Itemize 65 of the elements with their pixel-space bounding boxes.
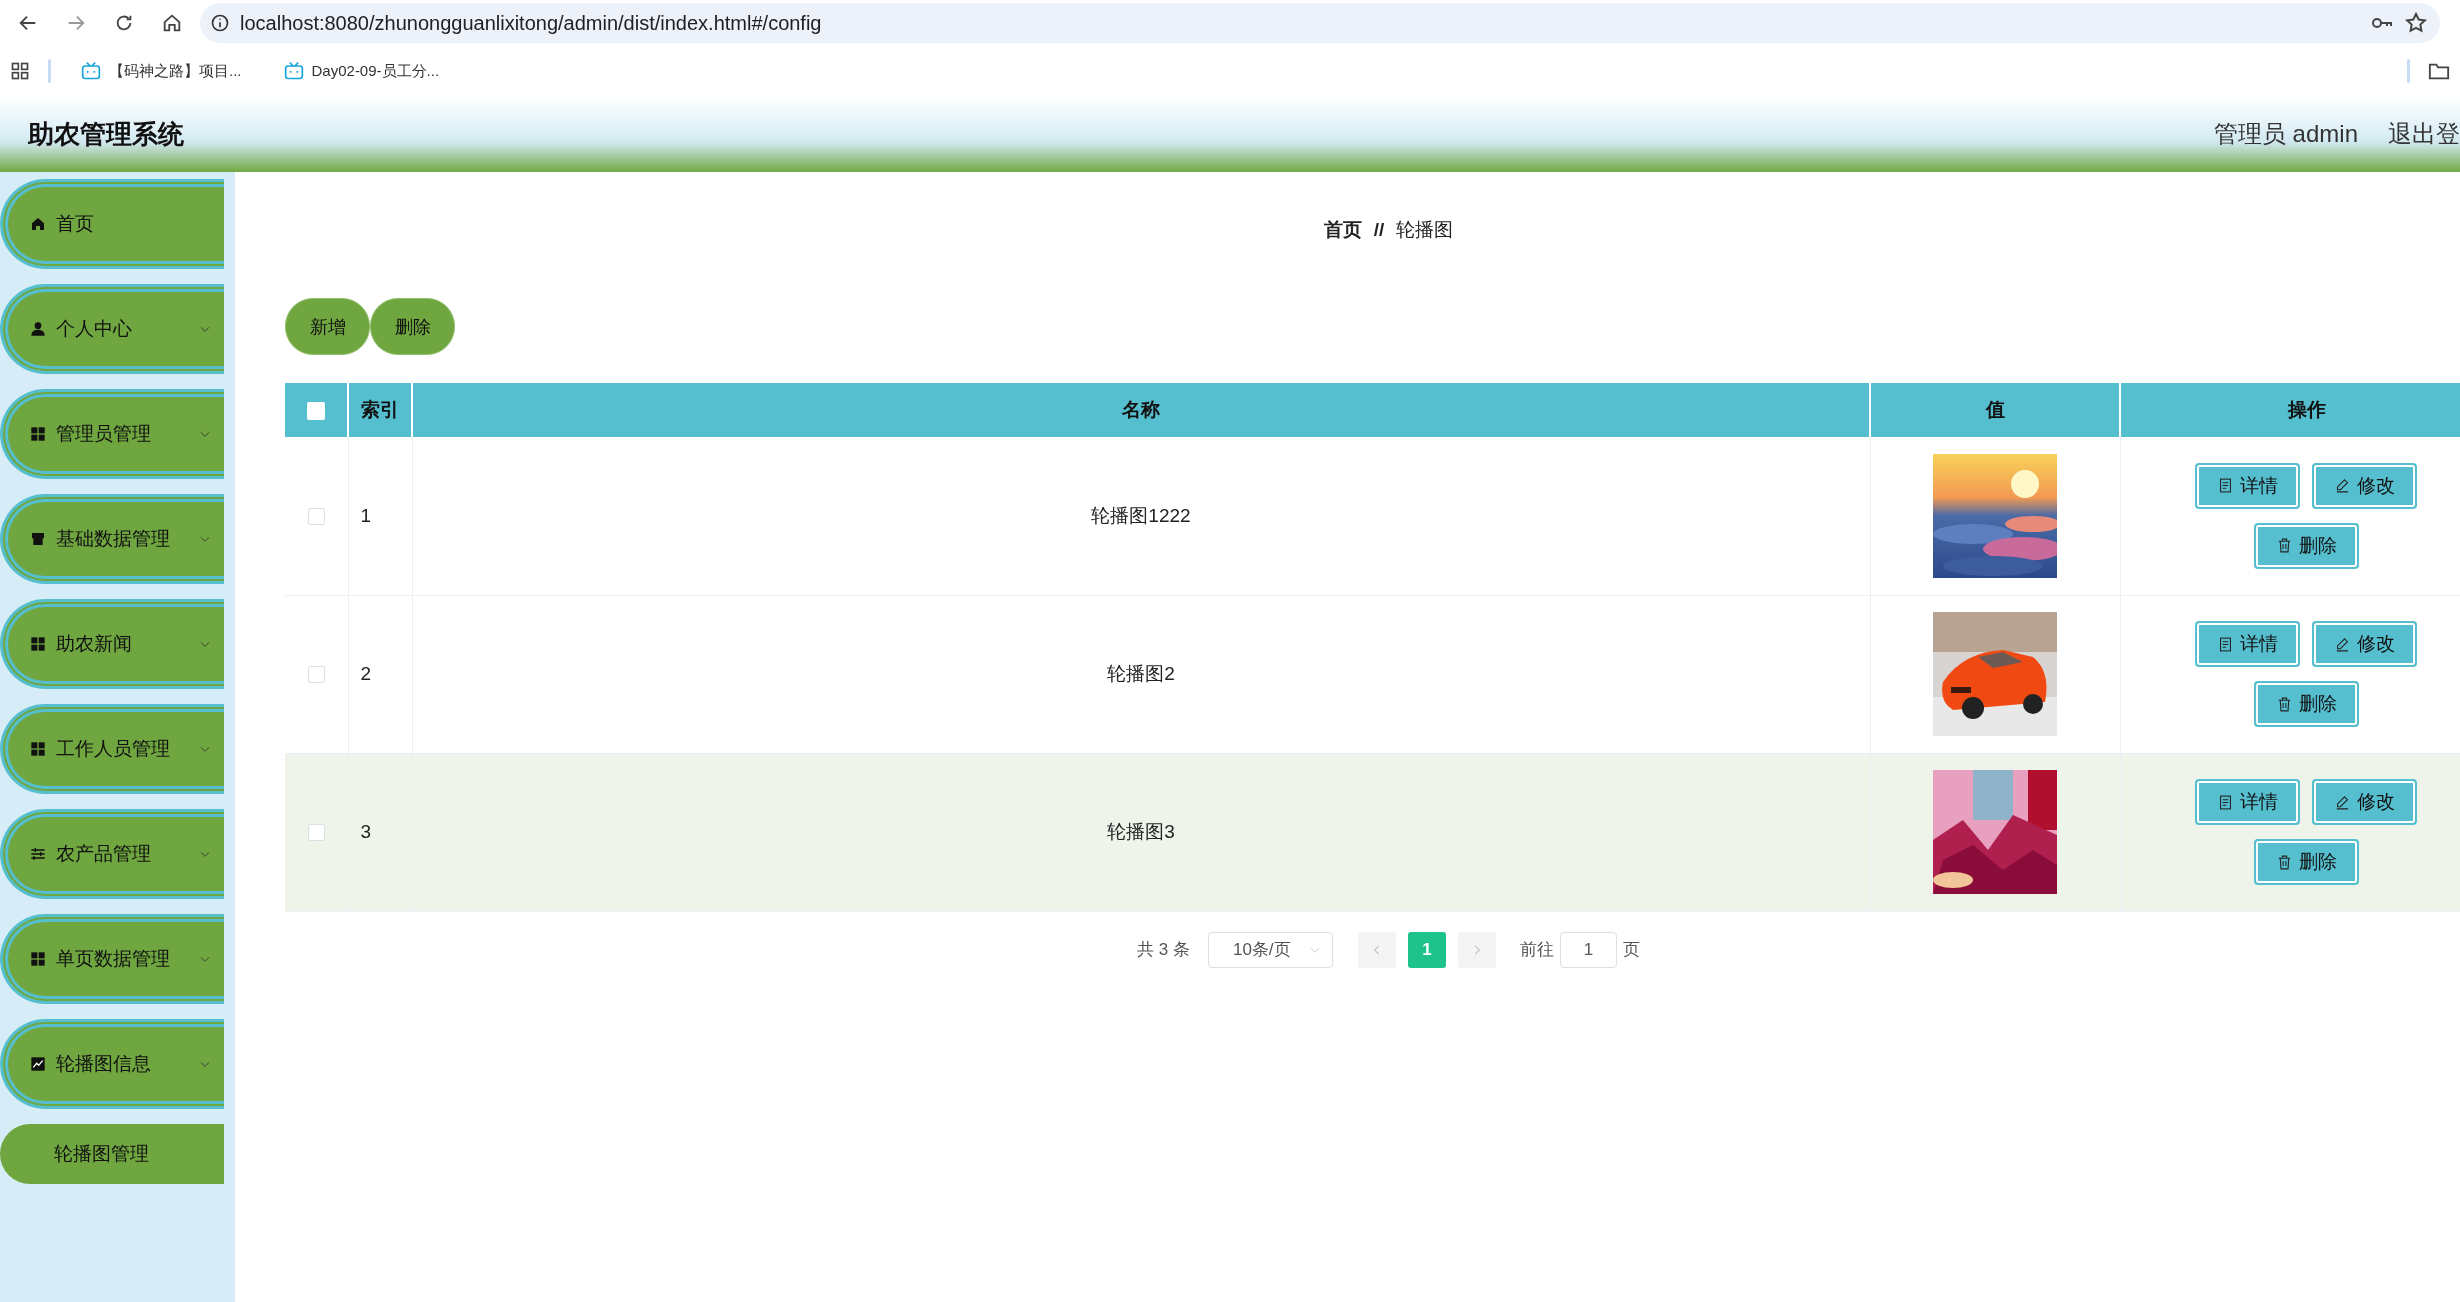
sliders-icon: [30, 846, 46, 862]
bookmark[interactable]: Day02-09-员工分...: [271, 61, 452, 81]
grid-icon: [30, 426, 46, 442]
breadcrumb-separator: //: [1373, 219, 1385, 241]
menu-item[interactable]: 单页数据管理: [0, 914, 224, 1004]
address-bar[interactable]: localhost:8080/zhunongguanlixitong/admin/dist/index.html#/config: [200, 3, 2440, 43]
bookmark[interactable]: 【码神之路】项目...: [69, 61, 254, 81]
delete-button[interactable]: 删除: [2253, 522, 2359, 569]
column-header: 索引: [348, 383, 412, 437]
home-icon[interactable]: [161, 12, 183, 34]
logout-link[interactable]: 退出登: [2388, 118, 2460, 150]
menu-item[interactable]: 基础数据管理: [0, 494, 224, 584]
menu-item[interactable]: 农产品管理: [0, 809, 224, 899]
url-text: localhost:8080/zhunongguanlixitong/admin/dist/index.html#/config: [240, 11, 823, 35]
menu-item[interactable]: 工作人员管理: [0, 704, 224, 794]
breadcrumb-link[interactable]: 首页: [1323, 217, 1362, 243]
grid-icon: [30, 636, 46, 652]
row-checkbox[interactable]: [307, 666, 325, 684]
delete-button[interactable]: 删除: [370, 298, 455, 355]
grid-icon: [30, 741, 46, 757]
details-button[interactable]: 详情: [2195, 779, 2301, 825]
chart-icon: [30, 1056, 46, 1072]
table-cell: 1: [348, 437, 412, 595]
submenu-item[interactable]: 轮播图管理: [0, 1124, 224, 1184]
grid-icon: [30, 951, 46, 967]
menu-item[interactable]: 首页: [0, 179, 224, 269]
column-header: 值: [1870, 383, 2120, 437]
apps-icon[interactable]: [10, 61, 30, 81]
tv-icon: [81, 61, 101, 81]
delete-button[interactable]: 删除: [2253, 839, 2359, 885]
breadcrumb-current: 轮播图: [1396, 218, 1454, 242]
row-checkbox[interactable]: [307, 824, 325, 842]
table-cell: 轮播图2: [412, 595, 1870, 753]
edit-button[interactable]: 修改: [2312, 462, 2418, 509]
goto-label: 前往: [1519, 939, 1554, 961]
table-cell: 轮播图1222: [412, 437, 1870, 595]
star-icon[interactable]: [2404, 11, 2428, 35]
page-size-select[interactable]: 10条/页: [1207, 931, 1333, 968]
table-cell: 2: [348, 595, 412, 753]
home-icon: [30, 216, 46, 232]
edit-button[interactable]: 修改: [2312, 621, 2418, 667]
menu-item[interactable]: 轮播图信息: [0, 1019, 224, 1109]
delete-button[interactable]: 删除: [2253, 681, 2359, 727]
total-count: 共 3 条: [1137, 939, 1190, 961]
page-suffix: 页: [1622, 939, 1640, 961]
info-icon: [210, 13, 230, 33]
page-input[interactable]: 1: [1559, 931, 1617, 968]
app-title: 助农管理系统: [28, 117, 185, 151]
column-header: 名称: [412, 383, 1870, 437]
select-all-checkbox[interactable]: [307, 402, 325, 420]
menu-item[interactable]: 个人中心: [0, 284, 224, 374]
shop-icon: [30, 531, 46, 547]
tv-icon: [283, 61, 304, 81]
table-cell: 轮播图3: [412, 753, 1870, 911]
menu-item[interactable]: 管理员管理: [0, 389, 224, 479]
details-button[interactable]: 详情: [2195, 621, 2301, 667]
row-checkbox[interactable]: [307, 508, 325, 526]
details-button[interactable]: 详情: [2195, 462, 2301, 509]
user-icon: [30, 321, 46, 337]
column-header: 操作: [2120, 383, 2460, 437]
menu-item[interactable]: 助农新闻: [0, 599, 224, 689]
user-name: 管理员 admin: [2213, 119, 2358, 149]
edit-button[interactable]: 修改: [2312, 779, 2418, 825]
add-button[interactable]: 新增: [285, 298, 370, 355]
table-cell: 3: [348, 753, 412, 911]
